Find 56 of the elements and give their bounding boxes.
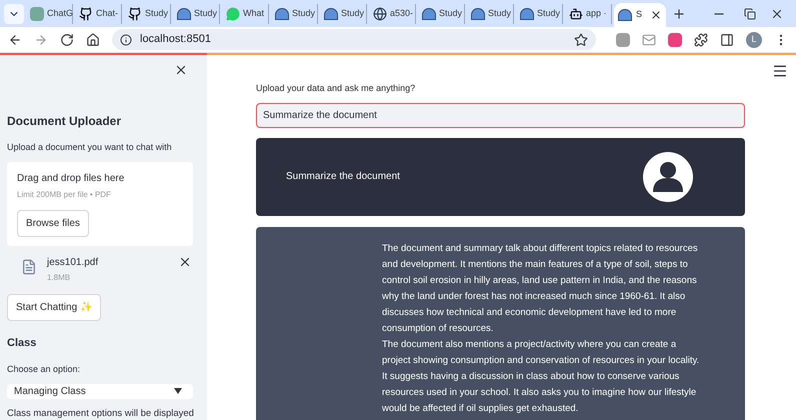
browser-tab[interactable]: Study [467,4,514,24]
file-dropzone[interactable]: Drag and drop files here Limit 200MB per file • PDF Browse files [7,162,193,246]
field-label: Upload a document you want to chat with [7,141,173,154]
extension-icon[interactable] [668,32,682,46]
home-icon[interactable] [86,32,100,46]
globe-icon [373,6,387,20]
browser-tab[interactable]: Study [173,4,220,24]
dropzone-title: Drag and drop files here [17,172,126,186]
browser-tab[interactable]: a530- [369,4,416,24]
cat-logo-icon [128,6,142,20]
caret-icon [174,388,182,394]
browser-tab[interactable]: Study [320,4,367,24]
forward-icon[interactable] [34,32,48,46]
browser-tab[interactable]: What [222,4,269,24]
field-label: Upload your data and ask me anything? [256,82,416,95]
field-label: Choose an option: [7,363,82,376]
new-tab-icon[interactable] [672,6,686,20]
browser-tab[interactable]: Study [516,4,563,24]
section-title: Class [7,336,38,350]
prompt-input[interactable]: Summarize the document [256,102,745,128]
browser-tab[interactable]: Study [418,4,465,24]
info-text: Class management options will be displayed [7,406,195,420]
restore-icon[interactable] [744,8,756,20]
start-chatting-button[interactable]: Start Chatting ✨ [7,294,101,320]
file-name: jess101.pdf [47,256,98,270]
profile-avatar[interactable]: L [746,32,762,48]
extension-icon[interactable] [616,32,630,46]
browser-tab[interactable]: S [614,3,666,27]
dropzone-hint: Limit 200MB per file • PDF [17,188,112,200]
user-message: Summarize the document [256,138,745,216]
browser-tab[interactable]: Study [271,4,318,24]
reload-icon[interactable] [60,32,74,46]
file-icon [21,258,37,274]
close-icon[interactable] [650,9,662,21]
puzzle-icon[interactable] [694,32,708,46]
section-title: Document Uploader [7,113,122,130]
chat-bubble-icon [226,6,240,20]
browser-tab[interactable]: ChatG [26,4,73,24]
cat-logo-icon [79,6,93,20]
tab-list-button[interactable] [4,4,24,24]
address-bar[interactable]: localhost:8501 [112,29,596,50]
side-panel-icon[interactable] [720,32,734,46]
response-paragraph: The document also mentions a project/activity where you can create a project showing consumption and conservation of resources in your locality. It suggests having a discussion in class about how to conserve various resources used in your school. It also asks you to imagine how our lifestyle would be affected if oil supplies get exhausted. [382,338,700,416]
class-select[interactable]: Managing Class [7,384,193,398]
browser-tab[interactable]: Study [124,4,171,24]
menu-icon[interactable] [772,63,788,79]
app-logo-icon [569,6,583,20]
browser-tab[interactable]: app · [565,4,612,24]
browse-files-button[interactable]: Browse files [17,210,89,236]
user-avatar-icon [643,152,693,202]
file-size: 1.8MB [47,272,72,284]
close-icon[interactable] [174,63,188,77]
mail-icon[interactable] [642,32,656,46]
response-paragraph: The document and summary talk about different topics related to resources and development. It mentions the main features of a type of soil, steps to control soil erosion in hilly areas, land use pattern in India, and the reasons why the land under forest has not increased much since 1960-61. It also discusses how technical and economic development have led to more consumption of resources. [382,242,699,336]
back-icon[interactable] [8,32,22,46]
browser-tab[interactable]: Chat- [75,4,122,24]
